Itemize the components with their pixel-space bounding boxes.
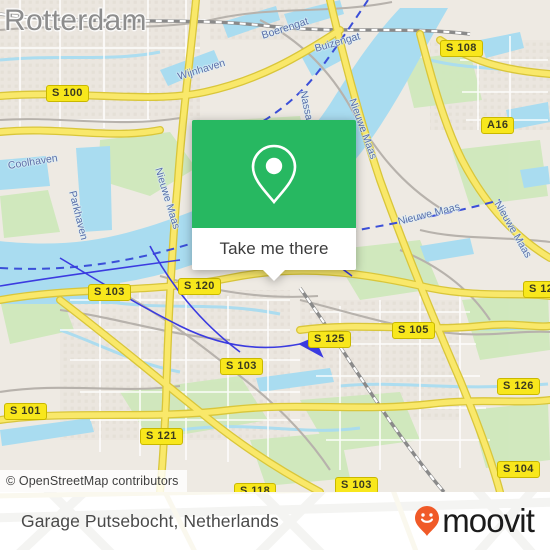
popup-pointer bbox=[263, 270, 285, 281]
location-title: Garage Putsebocht, Netherlands bbox=[21, 510, 279, 531]
road-shield: S 103 bbox=[220, 358, 263, 375]
road-shield: S 118 bbox=[234, 483, 277, 492]
app-root: Rotterdam BoerengatBuizengatWijnhavenNas… bbox=[0, 0, 550, 550]
footer-bar: Garage Putsebocht, Netherlands moovit bbox=[0, 492, 550, 550]
take-me-there-button[interactable]: Take me there bbox=[219, 239, 328, 259]
moovit-logo[interactable]: moovit bbox=[414, 502, 535, 539]
road-shield: S 121 bbox=[140, 428, 183, 445]
road-shield: S 100 bbox=[46, 85, 89, 102]
road-shield: S 125 bbox=[308, 331, 351, 348]
road-shield: S 101 bbox=[4, 403, 47, 420]
road-shield: A16 bbox=[481, 117, 515, 134]
moovit-wordmark: moovit bbox=[442, 502, 535, 539]
location-popup-card[interactable]: Take me there bbox=[192, 120, 356, 281]
attribution-text: © OpenStreetMap contributors bbox=[6, 474, 179, 488]
map-pin-icon bbox=[251, 144, 297, 205]
popup-footer[interactable]: Take me there bbox=[192, 228, 356, 281]
road-shield: S 126 bbox=[497, 378, 540, 395]
road-shield: S 104 bbox=[497, 461, 540, 478]
road-shield: S 103 bbox=[88, 284, 131, 301]
road-shield: S 120 bbox=[523, 281, 550, 298]
road-shield: S 108 bbox=[440, 40, 483, 57]
map-attribution[interactable]: © OpenStreetMap contributors bbox=[0, 470, 187, 492]
road-shield: S 120 bbox=[178, 278, 221, 295]
road-shield: S 103 bbox=[335, 477, 378, 492]
moovit-smiley-pin-icon bbox=[415, 506, 440, 536]
map-canvas[interactable]: Rotterdam BoerengatBuizengatWijnhavenNas… bbox=[0, 0, 550, 492]
popup-header bbox=[192, 120, 356, 228]
road-shield: S 105 bbox=[392, 322, 435, 339]
